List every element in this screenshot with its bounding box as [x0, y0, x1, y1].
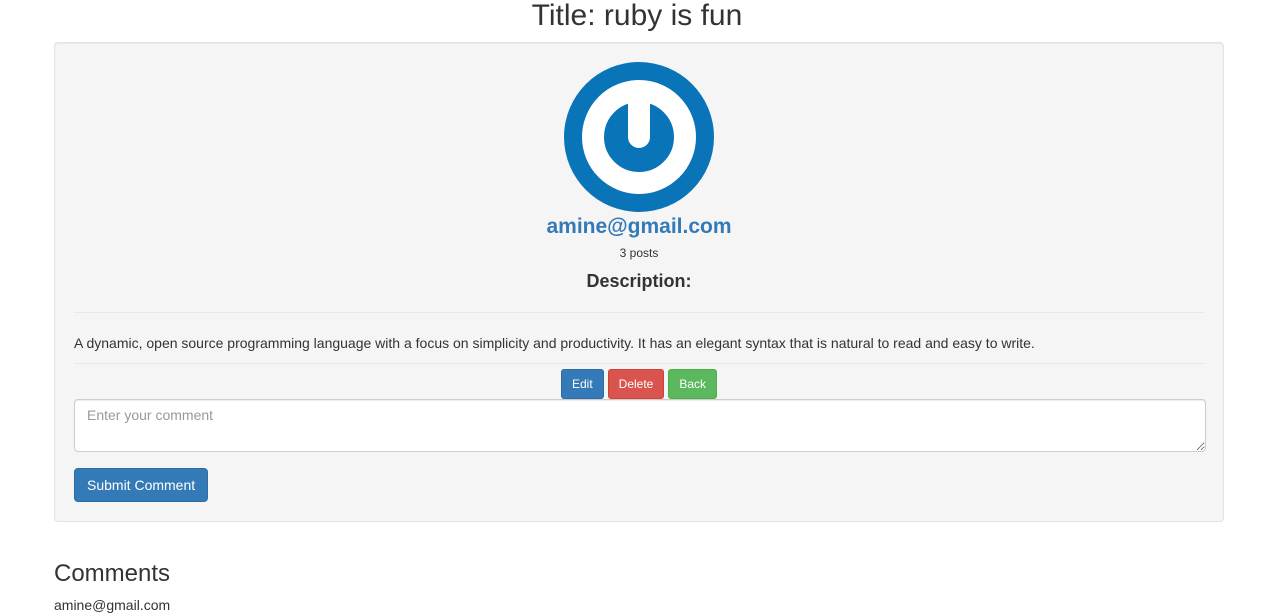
delete-button[interactable]: Delete [607, 369, 665, 399]
post-panel: amine@gmail.com 3 posts Description: A d… [54, 42, 1224, 522]
author-email-link[interactable]: amine@gmail.com [55, 214, 1223, 240]
divider [74, 363, 1204, 364]
comment-input[interactable] [74, 399, 1206, 452]
description-heading: Description: [586, 271, 692, 291]
post-count: 3 posts [619, 246, 659, 260]
divider [74, 312, 1204, 313]
comments-heading: Comments [54, 560, 171, 587]
post-actions: Edit Delete Back [55, 369, 1223, 399]
gravatar-logo-icon [564, 62, 714, 212]
page-title: Title: ruby is fun [531, 0, 743, 32]
back-button[interactable]: Back [668, 369, 718, 399]
comment-author: amine@gmail.com [54, 597, 171, 613]
post-description: A dynamic, open source programming langu… [74, 335, 1035, 351]
edit-button[interactable]: Edit [560, 369, 604, 399]
submit-comment-button[interactable]: Submit Comment [74, 468, 209, 502]
